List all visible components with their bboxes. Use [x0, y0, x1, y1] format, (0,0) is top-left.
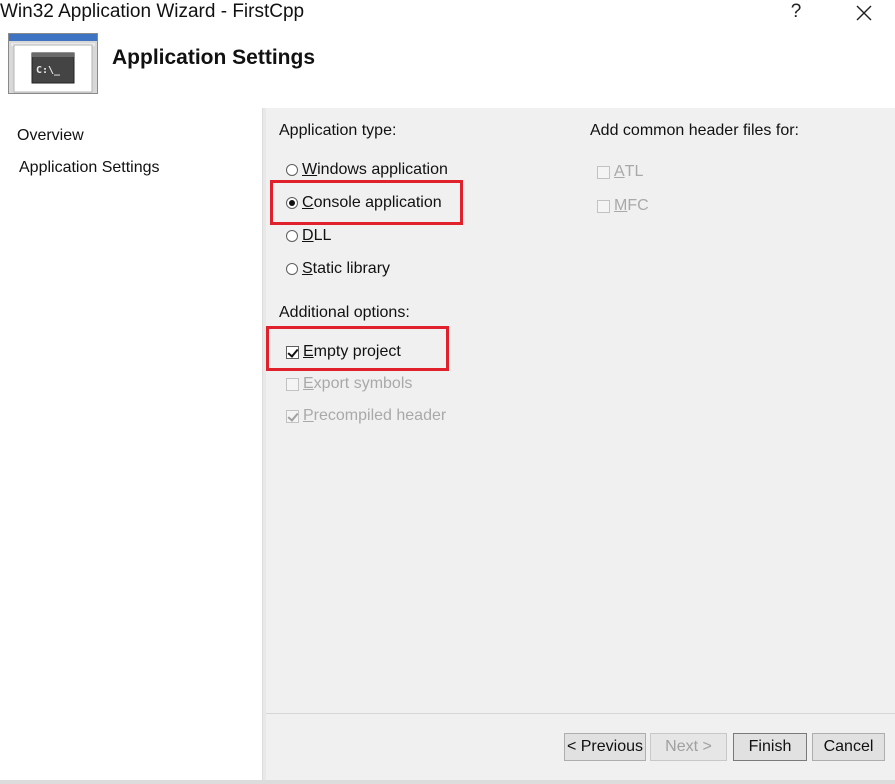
application-type-label: Application type:	[279, 122, 397, 139]
window-title: Win32 Application Wizard - FirstCpp	[0, 1, 305, 22]
additional-options-label: Additional options:	[279, 304, 410, 321]
checkbox-label: xport symbols	[313, 375, 413, 392]
page-title: Application Settings	[112, 46, 316, 69]
console-window-icon: C:\_	[8, 33, 98, 94]
checkbox-export-symbols: Export symbols	[286, 373, 412, 395]
mnemonic-p: P	[303, 407, 314, 424]
mnemonic-d: D	[302, 227, 314, 244]
radio-button-icon	[286, 230, 298, 242]
window-bottom-edge	[0, 780, 895, 784]
sidebar-item-application-settings[interactable]: Application Settings	[19, 159, 160, 177]
checkbox-label: FC	[627, 197, 649, 214]
wizard-banner: C:\_ Application Settings	[0, 26, 895, 108]
title-bar: Win32 Application Wizard - FirstCpp ?	[0, 0, 895, 26]
checkbox-mfc: M FC	[597, 195, 649, 217]
cancel-button[interactable]: Cancel	[812, 733, 885, 761]
close-icon[interactable]	[853, 2, 875, 24]
finish-button[interactable]: Finish	[733, 733, 807, 761]
checkbox-icon	[597, 199, 610, 213]
radio-label: LL	[313, 227, 332, 244]
radio-label: indows application	[317, 161, 448, 178]
console-icon-text: C:\_	[36, 65, 61, 76]
checkbox-icon	[597, 165, 610, 179]
mnemonic-m: M	[614, 197, 628, 214]
radio-label: tatic library	[312, 260, 391, 277]
checkbox-icon	[286, 377, 299, 391]
sidebar-item-overview[interactable]: Overview	[17, 127, 84, 145]
radio-dll[interactable]: D LL	[286, 225, 331, 247]
highlight-empty-project	[266, 326, 449, 371]
checkbox-label: TL	[624, 163, 644, 180]
checkbox-label: recompiled header	[313, 407, 447, 424]
mnemonic-w: W	[302, 161, 318, 178]
wizard-sidebar: Overview Application Settings	[0, 108, 262, 780]
checkbox-checked-icon	[286, 409, 299, 423]
next-button: Next >	[650, 733, 727, 761]
previous-button[interactable]: < Previous	[564, 733, 646, 761]
checkbox-precompiled-header: Precompiled header	[286, 405, 446, 427]
mnemonic-a: A	[614, 163, 625, 180]
radio-button-icon	[286, 164, 298, 176]
help-button[interactable]: ?	[788, 0, 804, 24]
radio-button-icon	[286, 263, 298, 275]
checkbox-atl: A TL	[597, 161, 643, 183]
highlight-console-application	[270, 180, 463, 225]
radio-static-library[interactable]: Static library	[286, 258, 390, 280]
mnemonic-e: E	[303, 375, 314, 392]
mnemonic-s: S	[302, 260, 313, 277]
radio-windows-application[interactable]: Windows application	[286, 159, 448, 181]
header-files-label: Add common header files for:	[590, 122, 799, 139]
